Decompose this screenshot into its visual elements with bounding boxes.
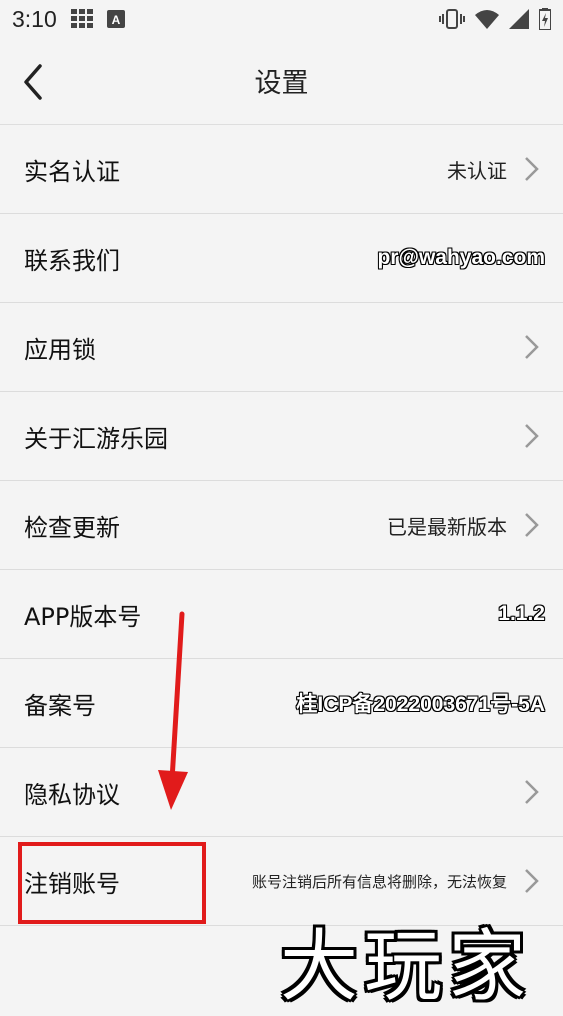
row-value: 1.1.2 bbox=[498, 602, 545, 625]
status-left: 3:10 A bbox=[12, 6, 125, 33]
row-real-name-auth[interactable]: 实名认证 未认证 bbox=[0, 125, 563, 214]
row-label: 备案号 bbox=[24, 691, 96, 720]
row-label: 联系我们 bbox=[24, 246, 120, 275]
chevron-right-icon bbox=[525, 335, 539, 359]
row-value: 桂ICP备2022003671号-5A bbox=[296, 693, 545, 716]
row-privacy-policy[interactable]: 隐私协议 bbox=[0, 748, 563, 837]
status-time: 3:10 bbox=[12, 5, 57, 32]
row-label: 检查更新 bbox=[24, 513, 120, 542]
row-app-lock[interactable]: 应用锁 bbox=[0, 303, 563, 392]
row-label: 应用锁 bbox=[24, 335, 96, 364]
row-value: 已是最新版本 bbox=[387, 514, 507, 539]
chevron-right-icon bbox=[525, 424, 539, 448]
row-label: 实名认证 bbox=[24, 157, 120, 186]
chevron-right-icon bbox=[525, 780, 539, 804]
chevron-right-icon bbox=[525, 513, 539, 537]
red-arrow-annotation bbox=[158, 611, 188, 810]
row-value: pr@wahyao.com bbox=[377, 246, 545, 269]
row-label: APP版本号 bbox=[24, 602, 142, 631]
signal-icon bbox=[509, 9, 529, 29]
status-right bbox=[439, 8, 551, 30]
nav-bar: 设置 bbox=[0, 38, 563, 125]
wifi-icon bbox=[475, 10, 499, 29]
row-about[interactable]: 关于汇游乐园 bbox=[0, 392, 563, 481]
highlight-box-annotation bbox=[18, 842, 206, 924]
chevron-right-icon bbox=[525, 869, 539, 893]
row-value: 未认证 bbox=[447, 158, 507, 183]
row-value: 账号注销后所有信息将删除，无法恢复 bbox=[251, 872, 507, 891]
row-contact-us[interactable]: 联系我们 pr@wahyao.com bbox=[0, 214, 563, 303]
row-label: 关于汇游乐园 bbox=[24, 424, 168, 453]
chevron-right-icon bbox=[525, 157, 539, 181]
row-check-update[interactable]: 检查更新 已是最新版本 bbox=[0, 481, 563, 570]
row-icp-record: 备案号 桂ICP备2022003671号-5A bbox=[0, 659, 563, 748]
status-bar: 3:10 A bbox=[0, 0, 563, 38]
svg-text:A: A bbox=[111, 13, 120, 27]
row-label: 隐私协议 bbox=[24, 780, 120, 809]
vibrate-icon bbox=[439, 9, 465, 29]
row-app-version: APP版本号 1.1.2 bbox=[0, 570, 563, 659]
grid-icon bbox=[70, 9, 93, 28]
watermark: 大玩家 bbox=[280, 922, 533, 1012]
battery-icon bbox=[539, 8, 551, 30]
page-title: 设置 bbox=[254, 68, 309, 99]
a-icon: A bbox=[106, 10, 125, 28]
settings-list: 实名认证 未认证 联系我们 pr@wahyao.com 应用锁 关于汇游乐园 检… bbox=[0, 125, 563, 926]
